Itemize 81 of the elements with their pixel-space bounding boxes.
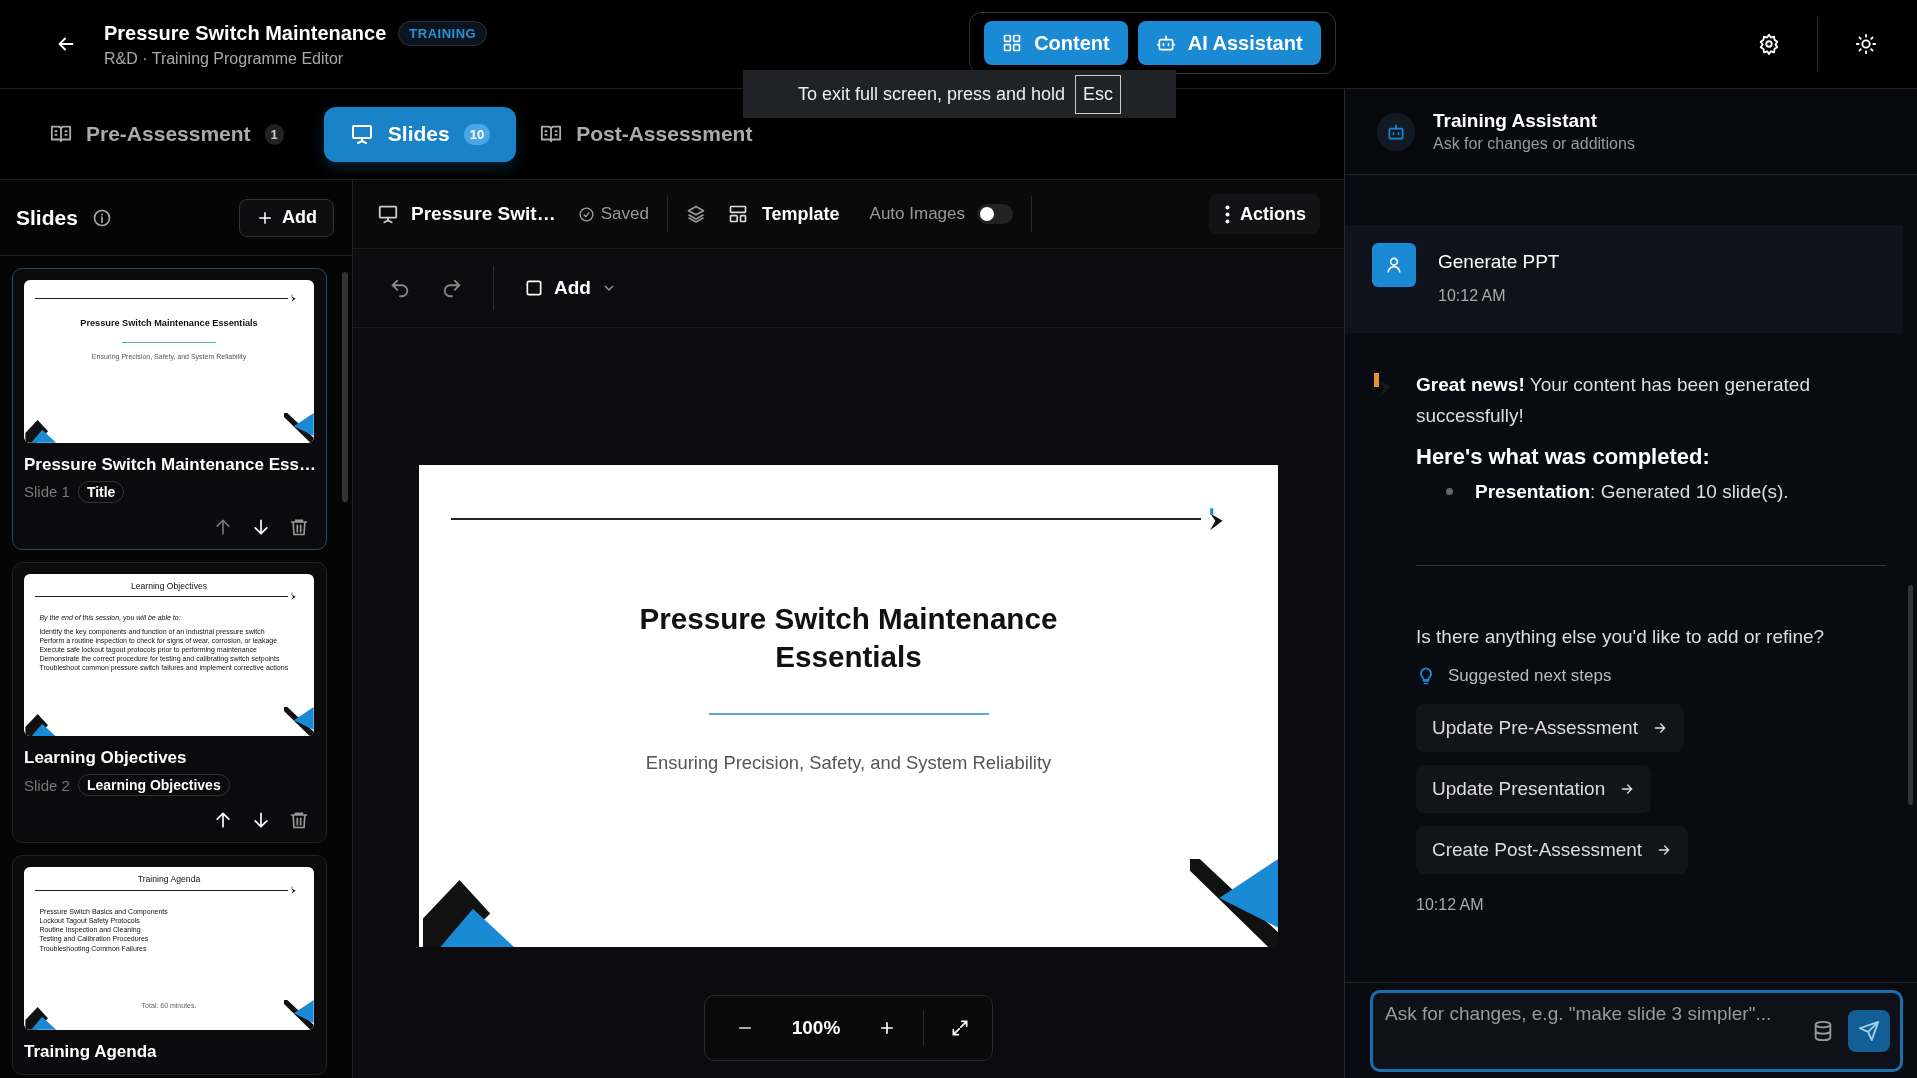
deck-title: Pressure Swit…: [411, 203, 556, 225]
suggestion-button[interactable]: Update Presentation: [1416, 765, 1652, 814]
robot-icon: [1155, 33, 1176, 53]
tab-count: 1: [264, 123, 284, 145]
slide-title: Pressure Switch Maintenance Essentials: [638, 601, 1059, 676]
grid-icon: [1002, 33, 1023, 53]
assistant-subtitle: Ask for changes or additions: [1433, 135, 1635, 153]
slide-card[interactable]: [12, 855, 327, 1076]
slide-title: Pressure Switch Maintenance Essentials: [80, 318, 258, 330]
message-text: Great news! Your content has been generated successfully!: [1416, 373, 1811, 429]
save-status: Saved: [600, 204, 649, 224]
toast-text: To exit full screen, press and hold: [797, 83, 1066, 105]
message-text: Is there anything else you'd like to add or refine?: [1416, 625, 1826, 650]
bullet-dot: [1446, 487, 1453, 495]
book-icon: [50, 123, 72, 145]
send-icon: [1858, 1019, 1880, 1042]
slide-canvas[interactable]: Pressure Switch Maintenance Essentials Ensuring Precision, Safety, and System Reliability: [419, 465, 1278, 947]
slide-number: Slide 1: [24, 483, 70, 501]
mode-button[interactable]: Content: [984, 21, 1128, 65]
mode-button[interactable]: AI Assistant: [1137, 21, 1321, 65]
redo-icon[interactable]: [441, 277, 463, 299]
add-element-button[interactable]: Add: [524, 277, 617, 299]
message-heading: Here's what was completed:: [1416, 443, 1711, 470]
trash-icon[interactable]: [289, 810, 309, 831]
person-icon: [1384, 255, 1404, 275]
actions-button[interactable]: Actions: [1209, 194, 1320, 234]
check-circle-icon: [577, 205, 595, 223]
tab[interactable]: Pre-Assessment 1: [50, 106, 300, 162]
logo-icon: [289, 885, 297, 895]
assistant-title: Training Assistant: [1433, 110, 1598, 132]
tab[interactable]: Slides 10: [323, 106, 517, 162]
slide-subtitle: Ensuring Precision, Safety, and System Reliability: [645, 752, 1052, 774]
send-button[interactable]: [1848, 1009, 1890, 1052]
presentation-icon: [377, 203, 399, 225]
zoom-level: 100%: [791, 1017, 841, 1039]
slide-number: Slide 2: [24, 776, 70, 794]
database-icon[interactable]: [1812, 1019, 1834, 1042]
presentation-icon: [349, 122, 374, 146]
slide-heading: Training Agenda: [137, 874, 201, 885]
slide-name: Learning Objectives: [24, 748, 188, 769]
tab-count: 10: [463, 123, 491, 145]
slide-card[interactable]: [12, 561, 327, 844]
message-time: 10:12 AM: [1416, 896, 1485, 915]
scrollbar[interactable]: [342, 272, 348, 502]
more-icon: [1225, 204, 1230, 224]
training-badge: TRAINING: [398, 20, 488, 46]
suggestion-button[interactable]: Create Post-Assessment: [1416, 826, 1689, 875]
page-title: Pressure Switch Maintenance: [104, 21, 387, 45]
layout-icon: [727, 204, 748, 224]
logo-icon: [289, 294, 297, 303]
message-field[interactable]: Ask for changes, e.g. "make slide 3 simpler"...: [1370, 989, 1903, 1072]
scrollbar[interactable]: [1908, 585, 1913, 805]
layers-icon[interactable]: [685, 204, 706, 224]
suggestions-label: Suggested next steps: [1448, 666, 1612, 687]
tab[interactable]: Post-Assessment: [540, 106, 769, 162]
message-input[interactable]: Ask for changes, e.g. "make slide 3 simpler"...: [1385, 1000, 1798, 1061]
sun-icon[interactable]: [1855, 33, 1877, 55]
settings-icon[interactable]: [1758, 33, 1780, 55]
logo-icon: [289, 592, 297, 601]
square-icon: [524, 278, 544, 298]
esc-key: Esc: [1075, 74, 1122, 114]
info-icon[interactable]: [91, 207, 112, 228]
add-slide-button[interactable]: Add: [239, 198, 334, 237]
expand-icon[interactable]: [950, 1018, 970, 1038]
message-time: 10:12 AM: [1438, 287, 1507, 305]
auto-images-label: Auto Images: [869, 204, 965, 224]
slide-name: Pressure Switch Maintenance Ess…: [24, 454, 315, 475]
auto-images-toggle[interactable]: [977, 204, 1013, 224]
undo-icon[interactable]: [389, 277, 411, 299]
suggestion-button[interactable]: Update Pre-Assessment: [1416, 704, 1684, 753]
template-button[interactable]: Template: [727, 203, 840, 225]
slide-heading: Learning Objectives: [130, 580, 208, 591]
panel-title: Slides: [16, 205, 78, 230]
page-subtitle: R&D · Training Programme Editor: [104, 49, 345, 68]
corner-graphic: [284, 706, 314, 737]
slide-name: Training Agenda: [24, 1042, 158, 1063]
corner-graphic: [284, 413, 314, 443]
message-text: Generate PPT: [1438, 251, 1560, 273]
bullet-text: Presentation: Generated 10 slide(s).: [1475, 479, 1789, 504]
corner-graphic: [284, 1000, 314, 1031]
book-icon: [540, 123, 563, 145]
